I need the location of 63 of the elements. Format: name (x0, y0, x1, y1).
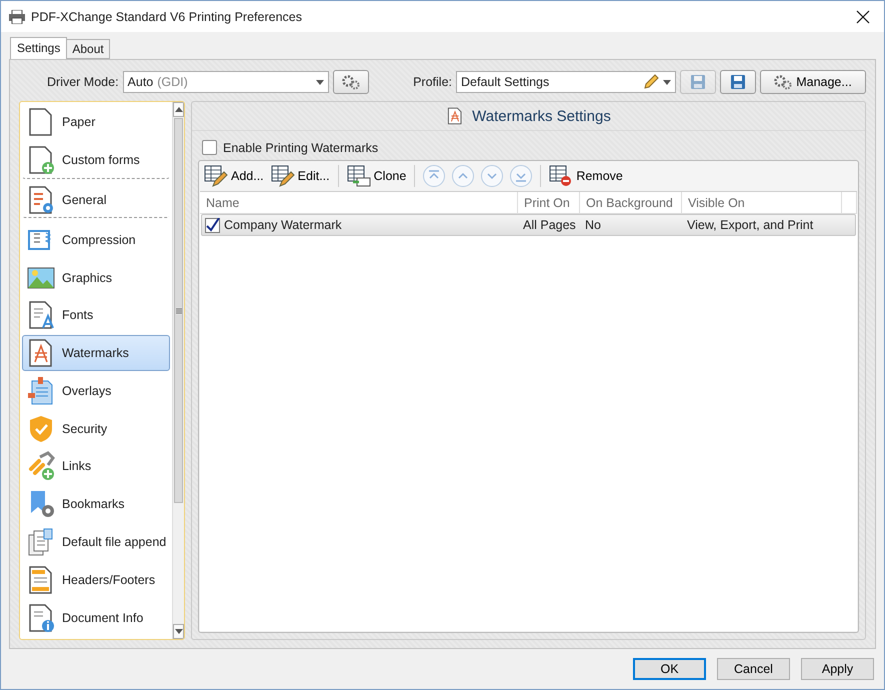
dialog-button[interactable]: OK (633, 658, 706, 680)
table-copy-icon (346, 165, 371, 187)
profile-dropdown[interactable]: Default Settings (456, 71, 676, 93)
toolbar-button[interactable]: Edit... (268, 163, 332, 189)
dropdown-arrow-icon (316, 80, 324, 84)
table-row[interactable]: Company Watermark All Pages No View, Export, and Print (201, 214, 856, 236)
scrollbar[interactable] (172, 102, 184, 639)
toolbar-button[interactable]: Add... (202, 163, 266, 189)
sidebar-item[interactable]: Graphics (22, 259, 170, 296)
dropdown-arrow-icon (663, 80, 671, 84)
sidebar-item[interactable]: Bookmarks (22, 486, 170, 523)
pencil-icon (643, 74, 659, 90)
column-header[interactable]: Name (200, 192, 518, 213)
table-pencil-icon (270, 165, 295, 187)
dialog-button[interactable]: Apply (801, 658, 874, 680)
sidebar-item[interactable]: Watermarks (22, 334, 170, 372)
printer-icon (9, 10, 25, 24)
gear-icon (342, 74, 360, 90)
tab[interactable]: Settings (10, 37, 68, 59)
sidebar-item[interactable]: Fonts (22, 296, 170, 334)
sidebar-item[interactable]: Security (22, 410, 170, 448)
save-icon (690, 74, 706, 90)
sidebar-item[interactable]: Custom forms (22, 142, 170, 179)
sidebar-item[interactable]: Document Info (22, 599, 170, 636)
scroll-down-icon (174, 629, 183, 634)
window-title: PDF-XChange Standard V6 Printing Preferences (31, 10, 303, 24)
table-cell: View, Export, and Print (687, 218, 814, 232)
profile-label: Profile: (413, 75, 452, 89)
table-cell: All Pages (523, 218, 576, 232)
manage-button[interactable]: Manage... (760, 70, 866, 94)
table-cell: Company Watermark (224, 218, 342, 232)
sidebar-item[interactable]: Overlays (22, 372, 170, 410)
toolbar-button[interactable]: Clone (344, 163, 408, 189)
save-button[interactable] (720, 70, 756, 94)
dialog-button[interactable]: Cancel (717, 658, 790, 680)
checkbox[interactable] (205, 218, 220, 232)
gear-icon (774, 74, 792, 90)
column-header[interactable]: On Background (580, 192, 682, 213)
sidebar-item[interactable]: Default file append (22, 524, 170, 560)
sidebar-item[interactable]: Paper (22, 104, 170, 141)
scroll-up-icon (174, 107, 183, 112)
toolbar-button[interactable]: Remove (547, 163, 625, 189)
driver-mode-dropdown[interactable]: Auto (GDI) (122, 71, 329, 93)
checkbox-label: Enable Printing Watermarks (223, 140, 378, 154)
panel-title: Watermarks Settings (472, 108, 611, 124)
table-pencil-icon (204, 165, 228, 187)
column-header[interactable]: Print On (518, 192, 580, 213)
watermark-page-icon (446, 105, 464, 127)
checkbox[interactable] (202, 140, 217, 155)
sidebar-item[interactable]: Headers/Footers (22, 561, 170, 598)
grip-icon (176, 308, 182, 314)
table-minus-icon (549, 165, 574, 187)
table-cell: No (585, 218, 601, 232)
link-plus-icon (26, 451, 56, 482)
save-icon (730, 74, 746, 90)
sidebar-item[interactable]: Links (22, 448, 170, 485)
sidebar-item[interactable]: Compression (22, 221, 170, 258)
driver-settings-button[interactable] (332, 70, 369, 94)
driver-mode-label: Driver Mode: (47, 75, 119, 89)
sidebar-item[interactable]: General (22, 182, 170, 218)
column-header[interactable]: Visible On (682, 192, 842, 213)
tab[interactable]: About (66, 39, 110, 59)
close-icon[interactable] (856, 10, 870, 24)
